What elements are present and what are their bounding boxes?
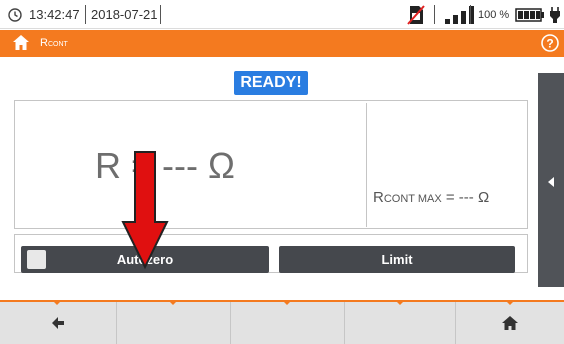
home-icon[interactable] (12, 34, 30, 57)
nav-slot-4 (344, 302, 455, 344)
button-panel: Autozero Limit (14, 234, 528, 273)
nav-slot-3 (230, 302, 344, 344)
status-date: 2018-07-21 (91, 7, 158, 22)
signal-icon (444, 0, 480, 29)
status-time: 13:42:47 (29, 7, 80, 22)
svg-text:?: ? (546, 37, 553, 51)
max-result: RCONT MAX = --- Ω (373, 189, 490, 206)
side-panel-tab[interactable] (538, 73, 564, 287)
battery-icon (515, 0, 545, 29)
bottom-nav (0, 300, 564, 344)
annotation-arrow (121, 150, 169, 275)
home-icon (501, 316, 518, 330)
power-plug-icon (549, 0, 561, 29)
result-panel: R = --- Ω RCONT MAX = --- Ω (14, 100, 528, 229)
status-bar: 13:42:47 2018-07-21 100 % (0, 0, 564, 29)
no-sim-icon (407, 0, 425, 29)
nav-slot-2 (116, 302, 230, 344)
limit-button[interactable]: Limit (279, 246, 515, 273)
back-arrow-icon (52, 317, 64, 329)
title-bar: RCONT ? (0, 30, 564, 57)
home-button[interactable] (455, 302, 564, 344)
autozero-checkbox[interactable] (27, 250, 46, 269)
help-icon[interactable]: ? (541, 34, 559, 57)
clock-icon (8, 0, 22, 29)
limit-label: Limit (381, 252, 413, 267)
side-panel-arrow-icon (547, 174, 555, 192)
divider (366, 103, 367, 227)
status-badge: READY! (234, 71, 308, 95)
back-button[interactable] (0, 302, 116, 344)
page-title: RCONT (40, 37, 68, 49)
battery-percent: 100 % (478, 8, 510, 21)
